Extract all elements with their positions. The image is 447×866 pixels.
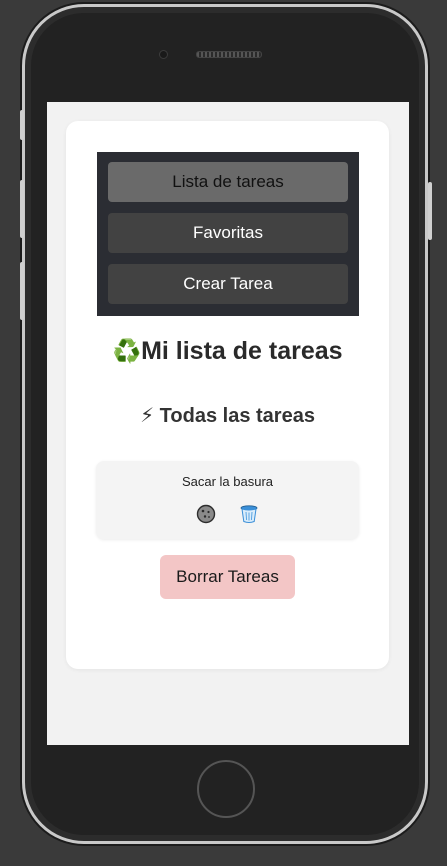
main-nav: Lista de tareas Favoritas Crear Tarea [97,152,359,316]
page-title-text: Mi lista de tareas [141,337,343,365]
front-camera [159,50,168,59]
earpiece-speaker [196,51,262,58]
phone-screen: Lista de tareas Favoritas Crear Tarea ♻️… [47,102,409,745]
task-item: Sacar la basura [96,461,359,539]
lightning-icon: ⚡ [140,405,155,427]
section-title-text: Todas las tareas [159,405,315,427]
phone-power-button [428,182,432,240]
trash-can-icon[interactable] [239,504,259,524]
page-title: ♻️Mi lista de tareas [66,337,389,366]
app-card: Lista de tareas Favoritas Crear Tarea ♻️… [66,121,389,669]
delete-tasks-button[interactable]: Borrar Tareas [160,555,295,599]
recycle-icon: ♻️ [112,338,142,364]
phone-volume-down-button [20,262,24,320]
phone-volume-up-button [20,180,24,238]
home-button[interactable] [197,760,255,818]
nav-item-favoritas[interactable]: Favoritas [108,213,348,253]
section-title: ⚡ Todas las tareas [66,403,389,428]
nav-item-lista-de-tareas[interactable]: Lista de tareas [108,162,348,202]
cookie-icon[interactable] [196,504,216,524]
nav-item-crear-tarea[interactable]: Crear Tarea [108,264,348,304]
phone-side-button [20,110,24,140]
task-text: Sacar la basura [181,474,274,489]
